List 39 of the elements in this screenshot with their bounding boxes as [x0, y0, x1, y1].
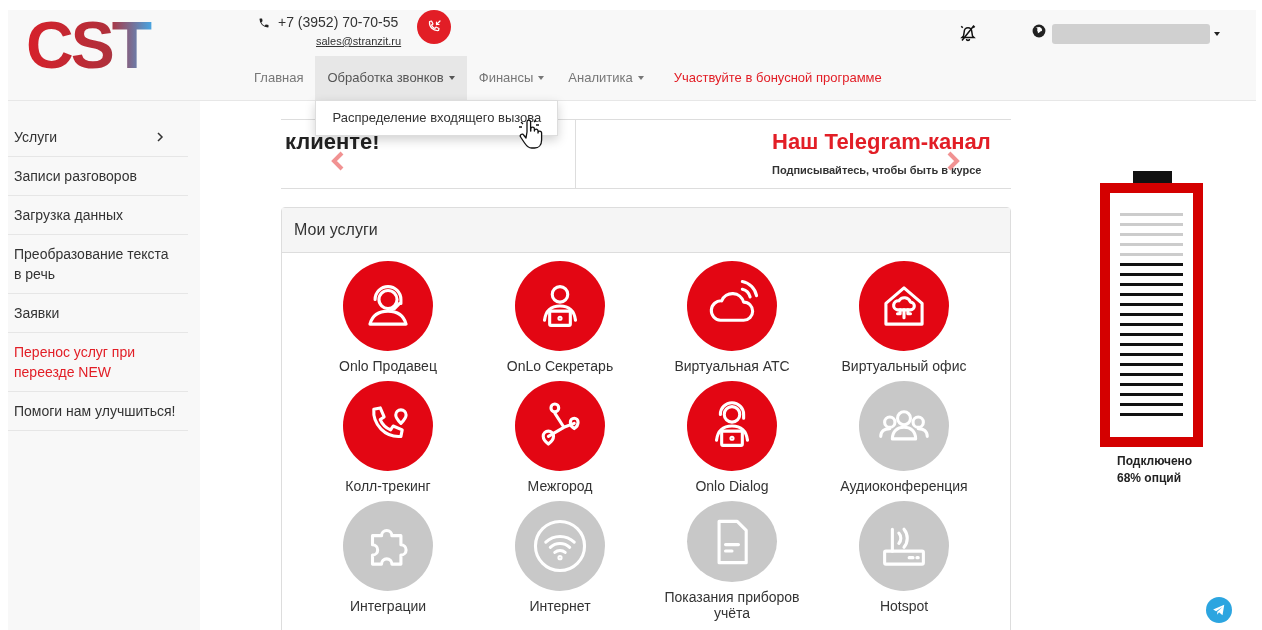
telegram-icon[interactable]	[1206, 597, 1232, 623]
sidebar-item[interactable]: Заявки	[8, 294, 188, 333]
service-label: Виртуальный офис	[840, 358, 968, 374]
service-label: Onlo Продавец	[338, 358, 438, 374]
service-label: Интернет	[528, 598, 592, 614]
battery-caption: Подключено 68% опций	[1117, 453, 1194, 487]
email-link[interactable]: sales@stranzit.ru	[316, 33, 402, 50]
service-label: Onlo Dialog	[694, 478, 770, 494]
sidebar-item[interactable]: Услуги	[8, 118, 188, 157]
service-label: Hotspot	[878, 598, 930, 614]
globe-icon[interactable]	[1032, 24, 1046, 38]
service-label: OnLo Секретарь	[505, 358, 615, 374]
caret-icon[interactable]	[1214, 32, 1220, 36]
nav-tab[interactable]: Обработка звонков	[315, 56, 467, 100]
sidebar-item[interactable]: Перенос услуг при переезде NEW	[8, 333, 188, 392]
slide-title: Наш Telegram-канал	[772, 130, 991, 155]
bell-icon[interactable]	[959, 24, 977, 42]
phone-number: +7 (3952) 70-70-55	[278, 13, 399, 32]
incoming-call-icon[interactable]	[417, 10, 452, 44]
service-label: Межгород	[526, 478, 594, 494]
phone-icon	[258, 16, 270, 29]
sidebar-item[interactable]: Записи разговоров	[8, 157, 188, 196]
sidebar-item[interactable]: Преобразование текста в речь	[8, 235, 188, 294]
service-label: Показания приборов учёта	[663, 589, 801, 621]
sidebar-item[interactable]: Загрузка данных	[8, 196, 188, 235]
panel-title: Мои услуги	[282, 208, 1010, 253]
promo-link[interactable]: Участвуйте в бонусной программе	[661, 56, 894, 100]
sidebar-item[interactable]: Помоги нам улучшиться!	[8, 392, 188, 431]
service-label: Аудиоконференция	[839, 478, 969, 494]
service-label: Колл-трекинг	[344, 478, 432, 494]
chevron-right-icon	[156, 132, 164, 142]
slide-title: клиенте!	[285, 130, 380, 155]
nav-tab[interactable]: Главная	[242, 56, 316, 100]
nav-tab[interactable]: Финансы	[466, 56, 557, 100]
service-label: Виртуальная АТС	[673, 358, 791, 374]
dropdown-item[interactable]: Распределение входящего вызова	[316, 106, 558, 130]
slide-subtitle: Подписывайтесь, чтобы быть в курсе	[772, 163, 983, 178]
nav-tab[interactable]: Аналитика	[556, 56, 656, 100]
service-label: Интеграции	[348, 598, 428, 614]
